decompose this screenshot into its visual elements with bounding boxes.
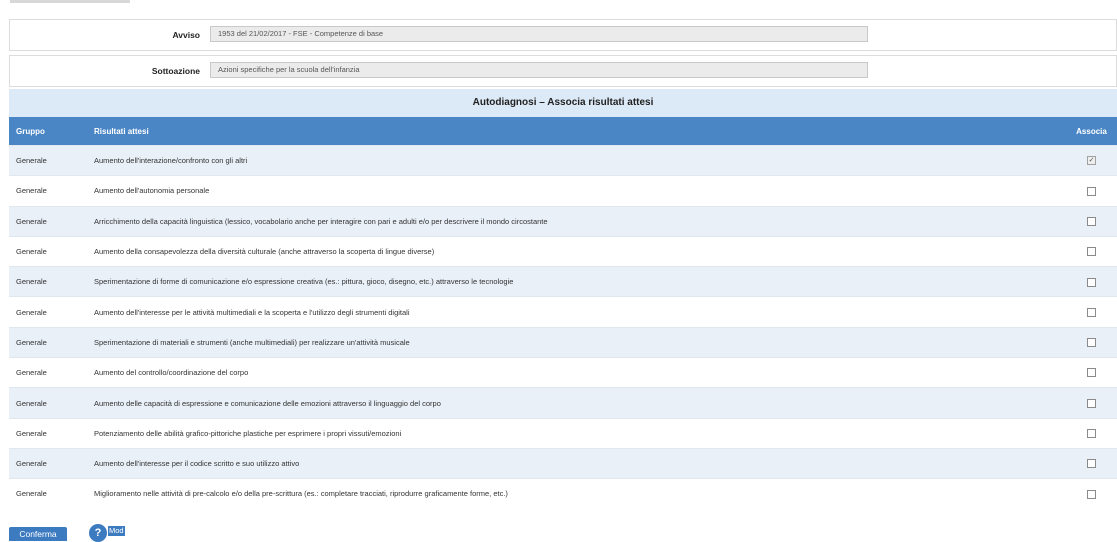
- row-associa-cell: [1066, 417, 1117, 449]
- associa-checkbox[interactable]: [1087, 186, 1096, 196]
- associa-checkbox[interactable]: [1087, 217, 1096, 226]
- row-risultato: Miglioramento nelle attività di pre-calc…: [87, 478, 1066, 509]
- row-risultato: Arricchimento della capacità linguistica…: [87, 205, 1066, 237]
- row-gruppo: Generale: [9, 144, 87, 176]
- row-risultato: Aumento dell'interesse per il codice scr…: [87, 447, 1066, 479]
- breadcrumb-placeholder: [10, 0, 130, 3]
- row-associa-cell: [1066, 387, 1117, 419]
- row-gruppo: Generale: [9, 447, 87, 479]
- row-associa-cell: [1066, 235, 1117, 267]
- help-link[interactable]: Mod: [108, 526, 125, 536]
- row-associa-cell: [1066, 326, 1117, 358]
- row-associa-cell: [1066, 357, 1117, 388]
- row-risultato: Aumento dell'autonomia personale: [87, 175, 1066, 207]
- row-risultato: Aumento del controllo/coordinazione del …: [87, 357, 1066, 388]
- associa-checkbox[interactable]: [1087, 489, 1096, 499]
- sottoazione-row: Sottoazione Azioni specifiche per la scu…: [9, 55, 1117, 87]
- associa-checkbox[interactable]: [1087, 307, 1096, 317]
- row-gruppo: Generale: [9, 326, 87, 358]
- table-row: Generale Potenziamento delle abilità graf…: [9, 417, 1117, 449]
- associa-checkbox[interactable]: ✓: [1087, 156, 1096, 166]
- row-risultato: Aumento dell'interesse per le attività m…: [87, 296, 1066, 328]
- column-header-associa: Associa: [1066, 117, 1117, 146]
- row-risultato: Aumento della consapevolezza della diver…: [87, 235, 1066, 267]
- avviso-label: Avviso: [172, 30, 200, 40]
- results-table-panel: Autodiagnosi – Associa risultati attesi …: [9, 89, 1117, 509]
- row-gruppo: Generale: [9, 357, 87, 388]
- table-caption: Autodiagnosi – Associa risultati attesi: [9, 89, 1117, 117]
- table-row: Generale Sperimentazione di materiali e s…: [9, 326, 1117, 358]
- associa-checkbox[interactable]: [1087, 459, 1096, 469]
- row-associa-cell: [1066, 296, 1117, 328]
- table-row: Generale Aumento delle capacità di espres…: [9, 387, 1117, 419]
- table-row: Generale Sperimentazione di forme di comu…: [9, 266, 1117, 297]
- row-associa-cell: [1066, 266, 1117, 297]
- table-row: Generale Aumento dell'interesse per le at…: [9, 296, 1117, 328]
- row-gruppo: Generale: [9, 296, 87, 328]
- sottoazione-label: Sottoazione: [151, 66, 200, 76]
- avviso-row: Avviso 1953 del 21/02/2017 - FSE - Compe…: [9, 19, 1117, 51]
- associa-checkbox[interactable]: [1087, 247, 1096, 257]
- row-associa-cell: ✓: [1066, 144, 1117, 176]
- table-row: Generale Aumento dell'autonomia personale: [9, 175, 1117, 207]
- confirm-button[interactable]: Conferma: [9, 527, 67, 541]
- row-associa-cell: [1066, 175, 1117, 207]
- associa-checkbox[interactable]: [1087, 368, 1096, 378]
- row-risultato: Potenziamento delle abilità grafico-pitt…: [87, 417, 1066, 449]
- row-risultato: Sperimentazione di forme di comunicazion…: [87, 266, 1066, 297]
- associa-checkbox[interactable]: [1087, 398, 1096, 408]
- table-row: Generale Arricchimento della capacità lin…: [9, 205, 1117, 237]
- footer-actions: Conferma ? Mod: [9, 524, 309, 542]
- row-gruppo: Generale: [9, 387, 87, 419]
- sottoazione-field: Azioni specifiche per la scuola dell'inf…: [210, 62, 868, 78]
- row-gruppo: Generale: [9, 235, 87, 267]
- question-circle-icon[interactable]: ?: [89, 524, 107, 542]
- avviso-field: 1953 del 21/02/2017 - FSE - Competenze d…: [210, 26, 868, 42]
- top-strip: [0, 0, 1117, 14]
- row-gruppo: Generale: [9, 417, 87, 449]
- associa-checkbox[interactable]: [1087, 429, 1096, 439]
- table-row: Generale Aumento dell'interesse per il co…: [9, 447, 1117, 479]
- table-row: Generale Aumento dell'interazione/confron…: [9, 144, 1117, 176]
- row-gruppo: Generale: [9, 175, 87, 207]
- table-header-row: Gruppo Risultati attesi Associa: [9, 117, 1117, 146]
- row-gruppo: Generale: [9, 266, 87, 297]
- row-associa-cell: [1066, 205, 1117, 237]
- associa-checkbox[interactable]: [1087, 338, 1096, 348]
- row-gruppo: Generale: [9, 205, 87, 237]
- table-row: Generale Aumento del controllo/coordinazi…: [9, 357, 1117, 388]
- row-risultato: Sperimentazione di materiali e strumenti…: [87, 326, 1066, 358]
- row-associa-cell: [1066, 478, 1117, 509]
- table-row: Generale Aumento della consapevolezza del…: [9, 235, 1117, 267]
- row-associa-cell: [1066, 447, 1117, 479]
- table-row: Generale Miglioramento nelle attività di …: [9, 478, 1117, 509]
- results-table: Gruppo Risultati attesi Associa Generale…: [9, 117, 1117, 509]
- associa-checkbox[interactable]: [1087, 277, 1096, 287]
- column-header-risultati: Risultati attesi: [87, 117, 1066, 146]
- column-header-gruppo: Gruppo: [9, 117, 87, 146]
- row-gruppo: Generale: [9, 478, 87, 509]
- row-risultato: Aumento dell'interazione/confronto con g…: [87, 144, 1066, 176]
- row-risultato: Aumento delle capacità di espressione e …: [87, 387, 1066, 419]
